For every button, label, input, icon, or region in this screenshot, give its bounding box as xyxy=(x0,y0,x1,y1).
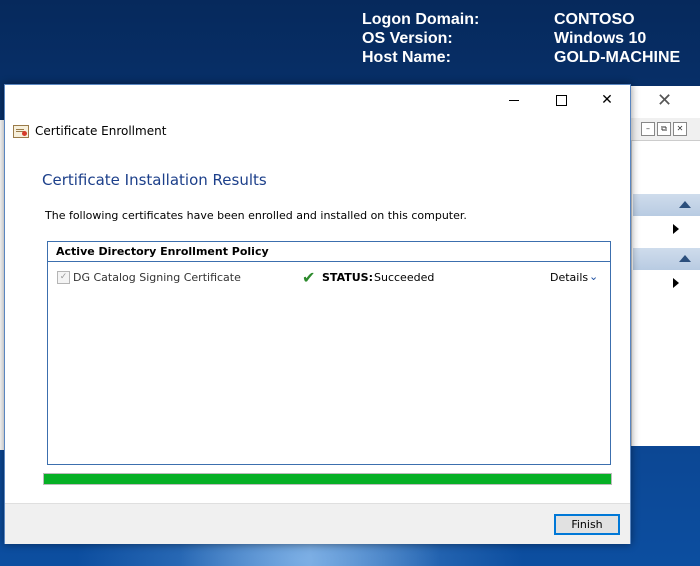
progress-bar xyxy=(43,473,612,485)
chevron-down-icon[interactable]: ⌄ xyxy=(589,270,598,283)
finish-button[interactable]: Finish xyxy=(554,514,620,535)
bginfo-value: Windows 10 xyxy=(554,30,647,47)
details-link[interactable]: Details xyxy=(550,271,588,284)
maximize-button[interactable] xyxy=(538,85,584,115)
bginfo-key: Host Name: xyxy=(362,49,451,66)
bginfo-row-logon-domain: Logon Domain: CONTOSO xyxy=(362,10,700,29)
certificate-checkbox: ✓ xyxy=(57,271,70,284)
expand-right-icon[interactable] xyxy=(673,278,679,288)
minimize-icon xyxy=(509,100,519,101)
page-description: The following certificates have been enr… xyxy=(45,209,467,222)
collapse-up-icon[interactable] xyxy=(679,201,691,208)
background-close-icon[interactable]: ✕ xyxy=(657,90,672,111)
dialog-footer: Finish xyxy=(5,503,630,544)
divider xyxy=(631,140,632,446)
bginfo-value: GOLD-MACHINE xyxy=(554,49,681,66)
certificate-icon xyxy=(13,124,29,138)
app-title: Certificate Enrollment xyxy=(13,122,166,140)
results-panel: Active Directory Enrollment Policy ✓ DG … xyxy=(47,241,611,465)
background-section-header[interactable] xyxy=(633,194,700,216)
bginfo-key: Logon Domain: xyxy=(362,11,480,28)
page-heading: Certificate Installation Results xyxy=(42,171,267,189)
maximize-icon xyxy=(556,95,567,106)
status-label: STATUS: xyxy=(322,271,373,284)
close-button[interactable]: ✕ xyxy=(584,85,630,115)
status-value: Succeeded xyxy=(374,271,435,284)
certificate-row: ✓ DG Catalog Signing Certificate ✔ STATU… xyxy=(48,268,610,288)
bginfo-panel: Logon Domain: CONTOSO OS Version: Window… xyxy=(362,10,700,67)
background-minimize-icon[interactable]: – xyxy=(641,122,655,136)
collapse-up-icon[interactable] xyxy=(679,255,691,262)
bginfo-row-os-version: OS Version: Windows 10 xyxy=(362,29,700,48)
policy-header: Active Directory Enrollment Policy xyxy=(48,242,610,262)
certificate-name: DG Catalog Signing Certificate xyxy=(73,271,241,284)
bginfo-value: CONTOSO xyxy=(554,11,635,28)
success-check-icon: ✔ xyxy=(302,268,316,287)
bginfo-key: OS Version: xyxy=(362,30,453,47)
background-close-small-icon[interactable]: ✕ xyxy=(673,122,687,136)
background-toolbar: – ⧉ ✕ xyxy=(631,118,700,141)
title-bar[interactable]: ✕ xyxy=(5,85,630,115)
bginfo-row-host-name: Host Name: GOLD-MACHINE xyxy=(362,48,700,67)
certificate-enrollment-dialog: ✕ Certificate Enrollment Certificate Ins… xyxy=(4,84,631,544)
app-title-text: Certificate Enrollment xyxy=(35,124,167,138)
progress-fill xyxy=(44,474,611,484)
background-restore-icon[interactable]: ⧉ xyxy=(657,122,671,136)
expand-right-icon[interactable] xyxy=(673,224,679,234)
minimize-button[interactable] xyxy=(492,85,538,115)
background-section-header[interactable] xyxy=(633,248,700,270)
close-icon: ✕ xyxy=(601,92,613,108)
